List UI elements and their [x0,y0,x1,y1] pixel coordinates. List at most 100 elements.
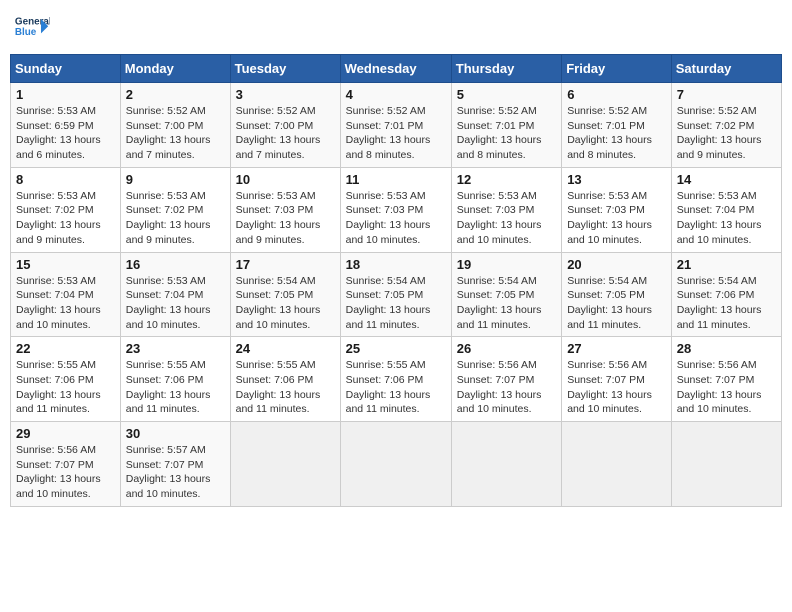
calendar-cell: 22 Sunrise: 5:55 AMSunset: 7:06 PMDayligh… [11,337,121,422]
day-info: Sunrise: 5:56 AMSunset: 7:07 PMDaylight:… [677,358,776,417]
calendar-cell: 15 Sunrise: 5:53 AMSunset: 7:04 PMDayligh… [11,252,121,337]
day-number: 3 [236,87,335,102]
day-number: 25 [346,341,446,356]
calendar-cell: 11 Sunrise: 5:53 AMSunset: 7:03 PMDayligh… [340,167,451,252]
day-info: Sunrise: 5:55 AMSunset: 7:06 PMDaylight:… [126,358,225,417]
day-info: Sunrise: 5:54 AMSunset: 7:05 PMDaylight:… [346,274,446,333]
column-header-tuesday: Tuesday [230,55,340,83]
logo: GeneralBlue [14,10,50,46]
day-info: Sunrise: 5:54 AMSunset: 7:05 PMDaylight:… [567,274,666,333]
calendar-cell: 17 Sunrise: 5:54 AMSunset: 7:05 PMDayligh… [230,252,340,337]
calendar-cell [230,422,340,507]
calendar-cell: 7Sunrise: 5:52 AMSunset: 7:02 PMDaylight… [671,83,781,168]
day-info: Sunrise: 5:53 AMSunset: 7:03 PMDaylight:… [567,189,666,248]
day-info: Sunrise: 5:52 AMSunset: 7:02 PMDaylight:… [677,104,776,163]
calendar-cell: 21Sunrise: 5:54 AMSunset: 7:06 PMDayligh… [671,252,781,337]
calendar-cell: 16 Sunrise: 5:53 AMSunset: 7:04 PMDayligh… [120,252,230,337]
day-info: Sunrise: 5:53 AMSunset: 7:02 PMDaylight:… [16,189,115,248]
day-number: 19 [457,257,556,272]
calendar-cell: 26 Sunrise: 5:56 AMSunset: 7:07 PMDayligh… [451,337,561,422]
calendar-cell: 18 Sunrise: 5:54 AMSunset: 7:05 PMDayligh… [340,252,451,337]
day-number: 13 [567,172,666,187]
day-info: Sunrise: 5:52 AMSunset: 7:00 PMDaylight:… [126,104,225,163]
day-info: Sunrise: 5:57 AMSunset: 7:07 PMDaylight:… [126,443,225,502]
day-number: 11 [346,172,446,187]
calendar-cell: 14 Sunrise: 5:53 AMSunset: 7:04 PMDayligh… [671,167,781,252]
day-info: Sunrise: 5:53 AMSunset: 7:04 PMDaylight:… [16,274,115,333]
column-header-thursday: Thursday [451,55,561,83]
calendar-cell: 5 Sunrise: 5:52 AMSunset: 7:01 PMDaylight… [451,83,561,168]
day-number: 23 [126,341,225,356]
week-row-4: 22 Sunrise: 5:55 AMSunset: 7:06 PMDayligh… [11,337,782,422]
day-number: 5 [457,87,556,102]
day-info: Sunrise: 5:54 AMSunset: 7:05 PMDaylight:… [457,274,556,333]
day-number: 24 [236,341,335,356]
day-info: Sunrise: 5:55 AMSunset: 7:06 PMDaylight:… [236,358,335,417]
calendar-cell: 23 Sunrise: 5:55 AMSunset: 7:06 PMDayligh… [120,337,230,422]
calendar-table: SundayMondayTuesdayWednesdayThursdayFrid… [10,54,782,507]
calendar-cell: 1Sunrise: 5:53 AMSunset: 6:59 PMDaylight… [11,83,121,168]
calendar-cell: 10Sunrise: 5:53 AMSunset: 7:03 PMDayligh… [230,167,340,252]
day-number: 15 [16,257,115,272]
day-number: 6 [567,87,666,102]
week-row-1: 1Sunrise: 5:53 AMSunset: 6:59 PMDaylight… [11,83,782,168]
calendar-cell: 8 Sunrise: 5:53 AMSunset: 7:02 PMDaylight… [11,167,121,252]
day-number: 30 [126,426,225,441]
day-info: Sunrise: 5:53 AMSunset: 6:59 PMDaylight:… [16,104,115,163]
day-number: 16 [126,257,225,272]
day-number: 8 [16,172,115,187]
day-info: Sunrise: 5:53 AMSunset: 7:03 PMDaylight:… [346,189,446,248]
calendar-cell: 3Sunrise: 5:52 AMSunset: 7:00 PMDaylight… [230,83,340,168]
day-info: Sunrise: 5:53 AMSunset: 7:02 PMDaylight:… [126,189,225,248]
day-info: Sunrise: 5:56 AMSunset: 7:07 PMDaylight:… [567,358,666,417]
calendar-cell: 13 Sunrise: 5:53 AMSunset: 7:03 PMDayligh… [562,167,672,252]
calendar-cell: 24 Sunrise: 5:55 AMSunset: 7:06 PMDayligh… [230,337,340,422]
calendar-cell [451,422,561,507]
day-number: 17 [236,257,335,272]
day-info: Sunrise: 5:55 AMSunset: 7:06 PMDaylight:… [16,358,115,417]
calendar-cell: 25 Sunrise: 5:55 AMSunset: 7:06 PMDayligh… [340,337,451,422]
calendar-cell: 19 Sunrise: 5:54 AMSunset: 7:05 PMDayligh… [451,252,561,337]
calendar-cell: 12Sunrise: 5:53 AMSunset: 7:03 PMDayligh… [451,167,561,252]
day-info: Sunrise: 5:52 AMSunset: 7:01 PMDaylight:… [346,104,446,163]
column-header-sunday: Sunday [11,55,121,83]
header-row: SundayMondayTuesdayWednesdayThursdayFrid… [11,55,782,83]
calendar-cell: 29 Sunrise: 5:56 AMSunset: 7:07 PMDayligh… [11,422,121,507]
day-info: Sunrise: 5:53 AMSunset: 7:03 PMDaylight:… [236,189,335,248]
calendar-cell: 2 Sunrise: 5:52 AMSunset: 7:00 PMDaylight… [120,83,230,168]
day-info: Sunrise: 5:54 AMSunset: 7:05 PMDaylight:… [236,274,335,333]
day-number: 20 [567,257,666,272]
calendar-cell [562,422,672,507]
day-number: 14 [677,172,776,187]
calendar-cell: 9 Sunrise: 5:53 AMSunset: 7:02 PMDaylight… [120,167,230,252]
calendar-cell: 30 Sunrise: 5:57 AMSunset: 7:07 PMDayligh… [120,422,230,507]
day-info: Sunrise: 5:53 AMSunset: 7:04 PMDaylight:… [126,274,225,333]
day-number: 2 [126,87,225,102]
day-info: Sunrise: 5:52 AMSunset: 7:01 PMDaylight:… [457,104,556,163]
day-number: 4 [346,87,446,102]
column-header-wednesday: Wednesday [340,55,451,83]
calendar-cell: 6Sunrise: 5:52 AMSunset: 7:01 PMDaylight… [562,83,672,168]
day-number: 9 [126,172,225,187]
day-info: Sunrise: 5:56 AMSunset: 7:07 PMDaylight:… [457,358,556,417]
page-header: GeneralBlue [10,10,782,46]
week-row-3: 15 Sunrise: 5:53 AMSunset: 7:04 PMDayligh… [11,252,782,337]
calendar-cell [671,422,781,507]
day-number: 29 [16,426,115,441]
day-info: Sunrise: 5:56 AMSunset: 7:07 PMDaylight:… [16,443,115,502]
calendar-cell [340,422,451,507]
day-info: Sunrise: 5:53 AMSunset: 7:04 PMDaylight:… [677,189,776,248]
day-number: 22 [16,341,115,356]
calendar-cell: 28 Sunrise: 5:56 AMSunset: 7:07 PMDayligh… [671,337,781,422]
column-header-monday: Monday [120,55,230,83]
day-info: Sunrise: 5:53 AMSunset: 7:03 PMDaylight:… [457,189,556,248]
day-number: 28 [677,341,776,356]
day-number: 18 [346,257,446,272]
week-row-2: 8 Sunrise: 5:53 AMSunset: 7:02 PMDaylight… [11,167,782,252]
day-info: Sunrise: 5:55 AMSunset: 7:06 PMDaylight:… [346,358,446,417]
day-number: 26 [457,341,556,356]
day-info: Sunrise: 5:54 AMSunset: 7:06 PMDaylight:… [677,274,776,333]
column-header-saturday: Saturday [671,55,781,83]
logo-icon: GeneralBlue [14,10,50,46]
calendar-cell: 20 Sunrise: 5:54 AMSunset: 7:05 PMDayligh… [562,252,672,337]
